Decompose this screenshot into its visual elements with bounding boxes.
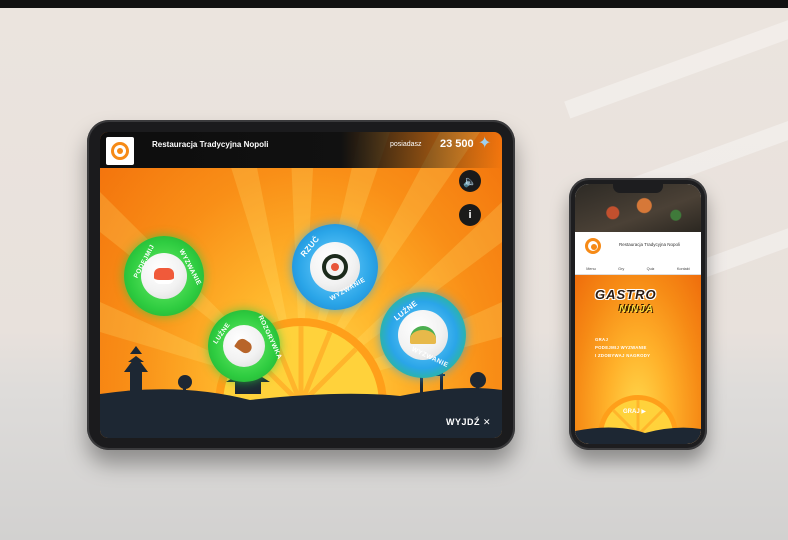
close-icon: ✕	[483, 417, 492, 427]
exit-label: WYJDŹ	[446, 417, 480, 427]
challenge-luzne-rozgrywka[interactable]: LUŹNE ROZGRYWKA	[208, 310, 283, 382]
info-icon: i	[468, 209, 472, 221]
phone-screen: Restauracja Tradycyjna Nopoli Menu Gry Q…	[575, 184, 701, 444]
phone-device: Restauracja Tradycyjna Nopoli Menu Gry Q…	[569, 178, 707, 450]
shuriken-icon: ✦	[478, 135, 492, 152]
points-label: posiadasz	[390, 141, 422, 148]
challenge-luzne-wyzwanie[interactable]: LUŹNE WYZWANIE	[380, 292, 466, 378]
chicken-leg-icon	[234, 336, 254, 356]
phone-restaurant-name: Restauracja Tradycyjna Nopoli	[619, 242, 681, 247]
restaurant-name: Restauracja Tradycyjna Nopoli	[152, 140, 269, 149]
challenge-rzuc-wyzwanie[interactable]: RZUĆ WYZWANIE	[292, 224, 378, 310]
exit-button[interactable]: WYJDŹ ✕	[446, 417, 491, 428]
phone-tab-bar: Menu Gry Quiz Kontakt	[575, 264, 701, 275]
taco-icon	[410, 326, 436, 344]
tablet-game-screen: Restauracja Tradycyjna Nopoli posiadasz …	[100, 132, 502, 438]
info-button[interactable]: i	[459, 204, 481, 226]
phone-game-screen: GASTRO NINJA GRAJ PODEJMIJ WYZWANIE I ZD…	[575, 275, 701, 444]
sushi-nigiri-icon	[154, 268, 174, 284]
sushi-roll-icon	[322, 254, 348, 280]
orange-slice-illustration	[575, 395, 701, 444]
restaurant-logo	[581, 234, 605, 258]
restaurant-logo	[106, 137, 134, 165]
background-light-streak	[564, 19, 788, 119]
tab-quiz[interactable]: Quiz	[647, 267, 655, 271]
tab-menu[interactable]: Menu	[586, 267, 596, 271]
tab-kontakt[interactable]: Kontakt	[677, 267, 690, 271]
play-button[interactable]: GRAJ ▶	[623, 408, 646, 415]
speaker-icon[interactable]: 🔈	[459, 170, 481, 192]
challenge-podejmij-wyzwanie[interactable]: PODEJMIJ WYZWANIE	[124, 236, 204, 316]
phone-notch	[613, 184, 663, 193]
tab-gry[interactable]: Gry	[618, 267, 624, 271]
points-value: 23 500	[440, 138, 474, 150]
tablet-device: Restauracja Tradycyjna Nopoli posiadasz …	[87, 120, 515, 450]
